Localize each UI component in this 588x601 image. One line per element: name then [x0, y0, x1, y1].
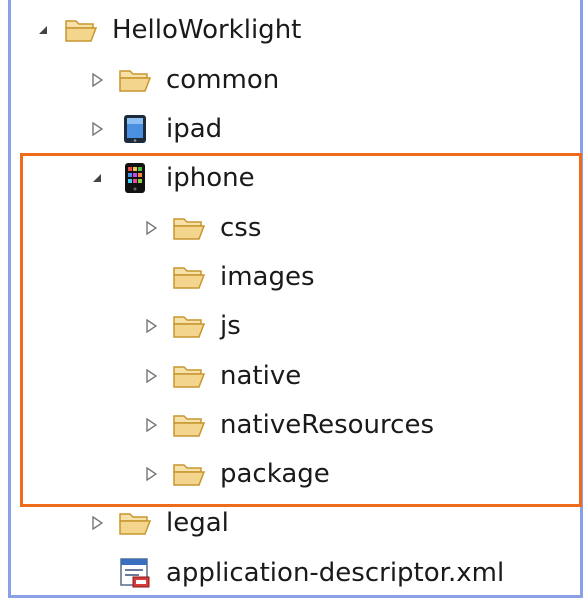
no-arrow-spacer	[142, 268, 160, 286]
tree-item-label: HelloWorklight	[112, 15, 302, 45]
tree-item-label: ipad	[166, 114, 223, 144]
xml-descriptor-file-icon	[118, 558, 152, 588]
expand-arrow-icon[interactable]	[88, 71, 106, 89]
iphone-icon	[118, 163, 152, 193]
expand-arrow-icon[interactable]	[88, 120, 106, 138]
tree-item-label: images	[220, 262, 315, 292]
folder-open-icon	[118, 508, 152, 538]
expand-arrow-icon[interactable]	[88, 514, 106, 532]
tree-item-helloworklight[interactable]: HelloWorklight	[34, 10, 301, 50]
tree-item-nativeresources[interactable]: nativeResources	[142, 405, 434, 445]
expand-arrow-icon[interactable]	[142, 367, 160, 385]
tree-item-label: legal	[166, 508, 229, 538]
tree-item-css[interactable]: css	[142, 208, 261, 248]
tree-item-label: css	[220, 213, 262, 243]
folder-open-icon	[172, 311, 206, 341]
tree-item-native[interactable]: native	[142, 356, 301, 396]
tree-item-label: application-descriptor.xml	[166, 558, 505, 588]
folder-open-icon	[118, 65, 152, 95]
tree-item-legal[interactable]: legal	[88, 503, 229, 543]
expand-arrow-icon[interactable]	[142, 317, 160, 335]
ipad-icon	[118, 114, 152, 144]
folder-open-icon	[172, 459, 206, 489]
folder-open-icon	[64, 15, 98, 45]
tree-item-label: nativeResources	[220, 410, 434, 440]
tree-item-images[interactable]: images	[142, 257, 315, 297]
expand-arrow-icon[interactable]	[142, 219, 160, 237]
tree-item-ipad[interactable]: ipad	[88, 109, 222, 149]
expand-arrow-icon[interactable]	[142, 465, 160, 483]
tree-item-label: native	[220, 361, 302, 391]
tree-item-application-descriptor[interactable]: application-descriptor.xml	[88, 553, 504, 593]
tree-item-label: common	[166, 65, 280, 95]
folder-open-icon	[172, 410, 206, 440]
tree-item-common[interactable]: common	[88, 60, 279, 100]
folder-open-icon	[172, 262, 206, 292]
folder-open-icon	[172, 213, 206, 243]
tree-item-label: iphone	[166, 163, 255, 193]
collapse-arrow-icon[interactable]	[34, 21, 52, 39]
folder-open-icon	[172, 361, 206, 391]
no-arrow-spacer	[88, 564, 106, 582]
tree-item-iphone[interactable]: iphone	[88, 158, 255, 198]
expand-arrow-icon[interactable]	[142, 416, 160, 434]
tree-item-js[interactable]: js	[142, 306, 241, 346]
tree-item-label: package	[220, 459, 330, 489]
tree-item-label: js	[220, 311, 241, 341]
collapse-arrow-icon[interactable]	[88, 169, 106, 187]
tree-item-package[interactable]: package	[142, 454, 330, 494]
